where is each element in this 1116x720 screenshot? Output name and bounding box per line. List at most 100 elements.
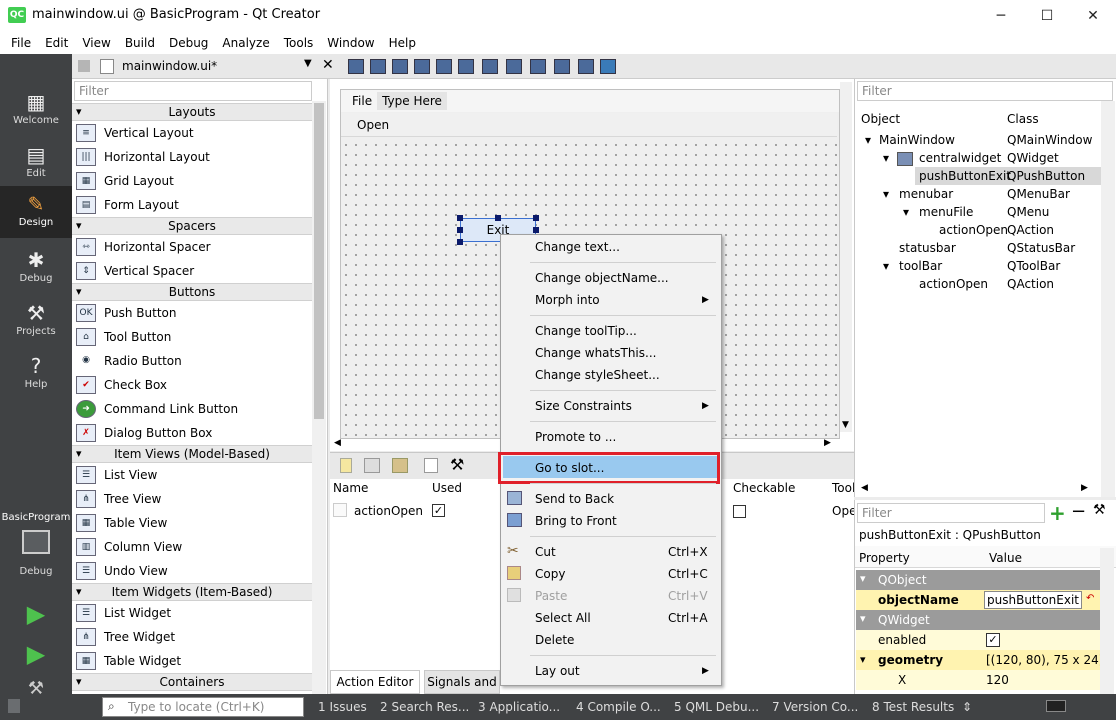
- run-icon[interactable]: ▶: [22, 600, 50, 628]
- category-item-views[interactable]: Item Views (Model-Based): [72, 445, 312, 463]
- resize-handle[interactable]: [533, 227, 539, 233]
- minimize-button[interactable]: ─: [978, 0, 1024, 31]
- obj-pushbuttonexit[interactable]: pushButtonExit: [919, 167, 1011, 185]
- pane-test-results[interactable]: 8 Test Results: [872, 700, 954, 714]
- add-dynamic-property-icon[interactable]: +: [1049, 501, 1066, 525]
- widget-tree-widget[interactable]: ⋔ Tree Widget: [76, 625, 312, 649]
- maximize-button[interactable]: ☐: [1024, 0, 1070, 31]
- form-menu-file[interactable]: File: [347, 92, 377, 110]
- checkable-checkbox[interactable]: [733, 505, 746, 518]
- obj-menufile[interactable]: menuFile: [919, 203, 973, 221]
- expand-icon[interactable]: ▾: [903, 203, 909, 221]
- col-property[interactable]: Property: [859, 551, 910, 565]
- pane-version-control[interactable]: 7 Version Co...: [772, 700, 858, 714]
- menu-promote-to[interactable]: Promote to ...: [535, 427, 715, 447]
- pane-compile-output[interactable]: 4 Compile O...: [576, 700, 661, 714]
- menu-lay-out[interactable]: Lay out: [535, 661, 715, 681]
- widgetbox-filter-input[interactable]: Filter: [74, 81, 312, 101]
- debug-run-icon[interactable]: ▶: [22, 640, 50, 668]
- mode-design[interactable]: ✎ Design: [0, 186, 72, 238]
- menu-build[interactable]: Build: [118, 36, 162, 50]
- edit-signals-icon[interactable]: [370, 59, 386, 74]
- adjust-size-icon[interactable]: [600, 59, 616, 74]
- widget-radio-button[interactable]: ◉ Radio Button: [76, 349, 312, 373]
- canvas-vscrollbar[interactable]: [840, 82, 852, 432]
- prop-geometry-value[interactable]: [(120, 80), 75 x 24]: [986, 653, 1103, 667]
- widget-horizontal-spacer[interactable]: ⇿ Horizontal Spacer: [76, 235, 312, 259]
- menu-change-text[interactable]: Change text...: [535, 237, 715, 257]
- objectname-input[interactable]: pushButtonExit: [984, 591, 1082, 609]
- category-spacers[interactable]: Spacers: [72, 217, 312, 235]
- mode-debug[interactable]: ✱ Debug: [0, 242, 72, 294]
- col-value[interactable]: Value: [989, 551, 1022, 565]
- edit-buddies-icon[interactable]: [392, 59, 408, 74]
- section-qobject[interactable]: QObject: [856, 570, 1100, 590]
- action-row-name[interactable]: actionOpen: [354, 504, 423, 518]
- widget-table-view[interactable]: ▦ Table View: [76, 511, 312, 535]
- menu-change-objectname[interactable]: Change objectName...: [535, 268, 715, 288]
- resize-handle[interactable]: [495, 215, 501, 221]
- widgetbox-scroll-thumb[interactable]: [314, 103, 324, 419]
- widget-list-view[interactable]: ☰ List View: [76, 463, 312, 487]
- obj-mainwindow[interactable]: MainWindow: [879, 131, 955, 149]
- progress-toggle-icon[interactable]: [1046, 700, 1066, 712]
- prop-x[interactable]: [856, 670, 1100, 690]
- widget-grid-layout[interactable]: ▦ Grid Layout: [76, 169, 312, 193]
- mode-edit[interactable]: ▤ Edit: [0, 137, 72, 189]
- close-doc-icon[interactable]: ✕: [322, 57, 334, 73]
- paste-action-icon[interactable]: [392, 458, 408, 473]
- scroll-right-icon[interactable]: ▶: [1081, 483, 1088, 493]
- form-toolbar-open[interactable]: Open: [357, 118, 389, 132]
- col-object[interactable]: Object: [861, 110, 900, 128]
- menu-help[interactable]: Help: [382, 36, 423, 50]
- obj-toolbar[interactable]: toolBar: [899, 257, 942, 275]
- object-filter-input[interactable]: Filter: [857, 81, 1113, 101]
- widget-list-widget[interactable]: ☰ List Widget: [76, 601, 312, 625]
- scroll-down-icon[interactable]: ▼: [842, 420, 849, 430]
- category-layouts[interactable]: Layouts: [72, 103, 312, 121]
- property-scrollbar[interactable]: [1100, 548, 1114, 694]
- section-qwidget[interactable]: QWidget: [856, 610, 1100, 630]
- property-filter-input[interactable]: Filter: [857, 503, 1045, 523]
- layout-grid-icon[interactable]: [554, 59, 570, 74]
- copy-action-icon[interactable]: [364, 458, 380, 473]
- resize-handle[interactable]: [457, 227, 463, 233]
- widget-vertical-spacer[interactable]: ⇕ Vertical Spacer: [76, 259, 312, 283]
- widget-tree-view[interactable]: ⋔ Tree View: [76, 487, 312, 511]
- tab-signals-slots[interactable]: Signals and: [424, 670, 500, 694]
- widget-vertical-layout[interactable]: ≡ Vertical Layout: [76, 121, 312, 145]
- enabled-checkbox[interactable]: ✓: [986, 633, 1000, 647]
- menu-delete[interactable]: Delete: [535, 630, 715, 650]
- prop-x-value[interactable]: 120: [986, 673, 1009, 687]
- scroll-left-icon[interactable]: ◀: [334, 438, 341, 448]
- menu-morph-into[interactable]: Morph into: [535, 290, 715, 310]
- menu-file[interactable]: File: [4, 36, 38, 50]
- edit-widgets-icon[interactable]: [348, 59, 364, 74]
- expand-icon[interactable]: ▾: [865, 131, 871, 149]
- expand-icon[interactable]: ▾: [860, 653, 866, 666]
- monitor-icon[interactable]: [22, 530, 50, 554]
- category-buttons[interactable]: Buttons: [72, 283, 312, 301]
- obj-menubar[interactable]: menubar: [899, 185, 953, 203]
- col-used[interactable]: Used: [432, 481, 462, 495]
- break-layout-icon[interactable]: [578, 59, 594, 74]
- expand-icon[interactable]: ▾: [883, 257, 889, 275]
- col-name[interactable]: Name: [333, 481, 368, 495]
- category-item-widgets[interactable]: Item Widgets (Item-Based): [72, 583, 312, 601]
- menu-view[interactable]: View: [75, 36, 117, 50]
- layout-form-icon[interactable]: [530, 59, 546, 74]
- delete-action-icon[interactable]: [424, 458, 438, 473]
- collapse-icon[interactable]: ▾: [860, 612, 866, 625]
- layout-vertical-icon[interactable]: [458, 59, 474, 74]
- widget-command-link-button[interactable]: ➜ Command Link Button: [76, 397, 312, 421]
- pane-application-output[interactable]: 3 Applicatio...: [478, 700, 560, 714]
- used-checkbox[interactable]: ✓: [432, 504, 445, 517]
- menu-change-tooltip[interactable]: Change toolTip...: [535, 321, 715, 341]
- pane-issues[interactable]: 1 Issues: [318, 700, 367, 714]
- new-action-icon[interactable]: [340, 458, 352, 473]
- menu-edit[interactable]: Edit: [38, 36, 75, 50]
- menu-debug[interactable]: Debug: [162, 36, 215, 50]
- remove-property-icon[interactable]: −: [1071, 501, 1086, 522]
- close-button[interactable]: ✕: [1070, 0, 1116, 31]
- chevron-down-icon[interactable]: ▼: [304, 58, 312, 69]
